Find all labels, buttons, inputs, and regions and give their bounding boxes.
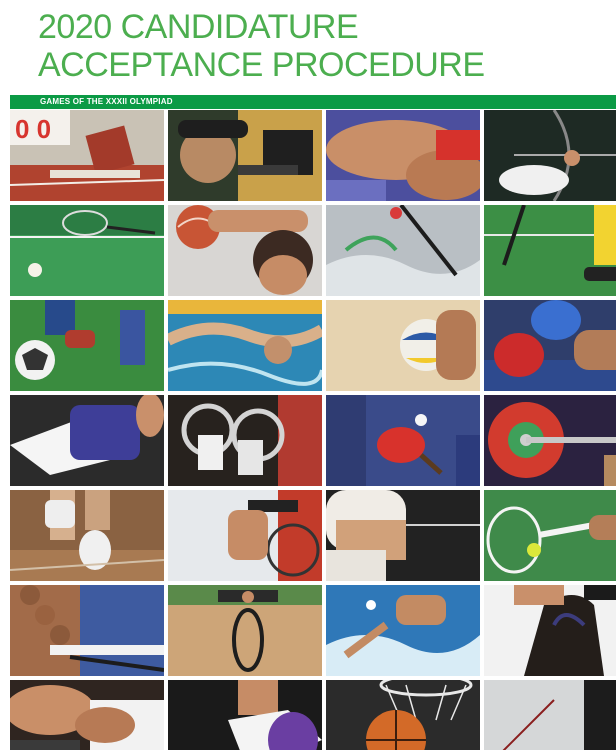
- photo-canoe-slalom: [326, 205, 480, 296]
- olympiad-band: GAMES OF THE XXXII OLYMPIAD: [10, 95, 616, 109]
- photo-wrestling: [326, 110, 480, 201]
- photo-fencing: [326, 490, 480, 581]
- photo-archery: [484, 110, 616, 201]
- photo-boxing: [484, 300, 616, 391]
- photo-taekwondo: [10, 395, 164, 486]
- photo-football: [10, 300, 164, 391]
- photo-athletics-track: 0 0: [10, 110, 164, 201]
- band-label: GAMES OF THE XXXII OLYMPIAD: [40, 97, 173, 106]
- title-line-2: ACCEPTANCE PROCEDURE: [38, 46, 485, 84]
- sports-photo-grid: 0 0: [10, 110, 616, 750]
- photo-badminton: [10, 205, 164, 296]
- title-line-1: 2020 CANDIDATURE: [38, 8, 359, 46]
- photo-cycling-helmet: [168, 680, 322, 750]
- photo-rowing: [10, 585, 164, 676]
- photo-mountain-bike: [168, 585, 322, 676]
- photo-weightlifting: [484, 395, 616, 486]
- photo-tennis: [484, 490, 616, 581]
- photo-handball: [168, 205, 322, 296]
- photo-equestrian: [484, 585, 616, 676]
- photo-diving: [326, 585, 480, 676]
- photo-running: [10, 490, 164, 581]
- photo-shooting: [168, 110, 322, 201]
- photo-gymnastics-rings: [168, 395, 322, 486]
- photo-basketball: [326, 680, 480, 750]
- photo-hockey: [484, 205, 616, 296]
- document-title: 2020 CANDIDATURE ACCEPTANCE PROCEDURE: [38, 8, 485, 84]
- photo-beach-volleyball: [326, 300, 480, 391]
- photo-sailing: [484, 680, 616, 750]
- svg-text:0 0: 0 0: [15, 114, 51, 144]
- photo-cycling-bmx: [168, 490, 322, 581]
- photo-table-tennis: [326, 395, 480, 486]
- photo-swimming: [168, 300, 322, 391]
- photo-judo: [10, 680, 164, 750]
